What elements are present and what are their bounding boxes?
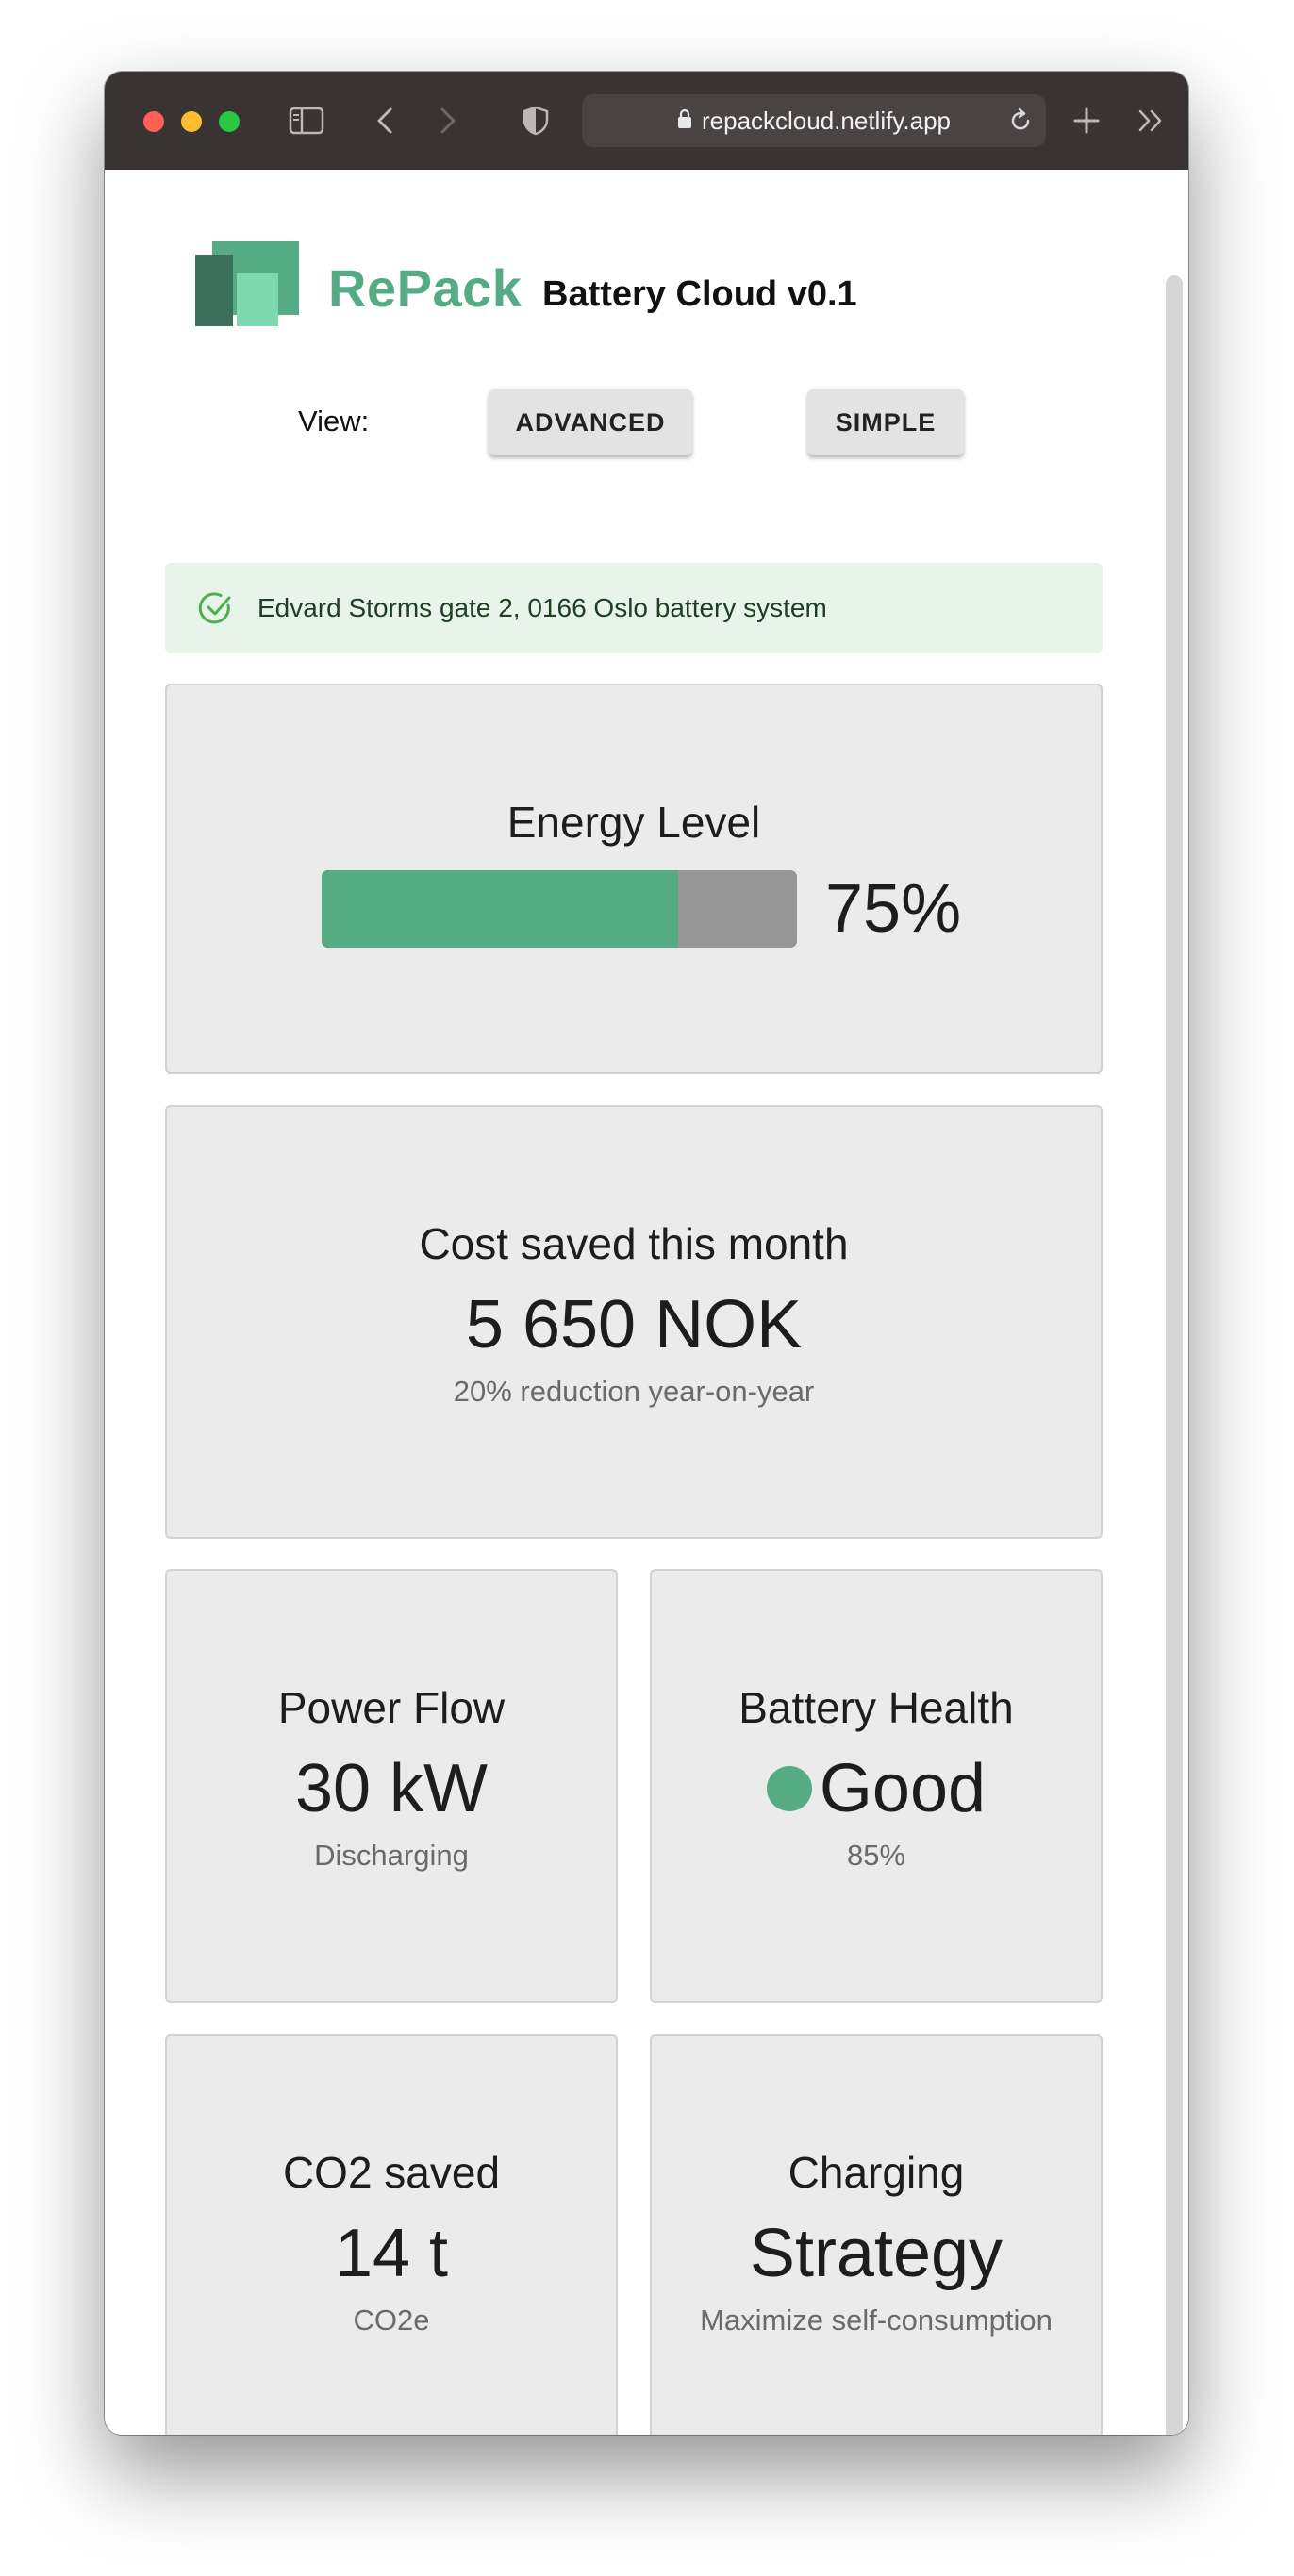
co2-saved-card: CO2 saved 14 t CO2e (165, 2034, 618, 2435)
browser-toolbar: repackcloud.netlify.app (105, 72, 1188, 170)
charging-title: Charging (788, 2148, 965, 2197)
power-flow-title: Power Flow (277, 1683, 506, 1732)
sidebar-icon[interactable] (286, 98, 327, 143)
energy-level-card: Energy Level 75% (165, 684, 1103, 1074)
cost-saved-sub: 20% reduction year-on-year (453, 1375, 815, 1408)
page-content: RePack Battery Cloud v0.1 View: ADVANCED… (105, 170, 1188, 2435)
power-flow-card: Power Flow 30 kW Discharging (165, 1569, 618, 2003)
url-text: repackcloud.netlify.app (701, 106, 951, 135)
shield-icon[interactable] (520, 98, 552, 143)
page-title: Battery Cloud v0.1 (542, 274, 857, 314)
view-label: View: (298, 405, 370, 438)
repack-logo-icon (195, 241, 299, 326)
overflow-icon[interactable] (1132, 98, 1170, 143)
simple-view-button[interactable]: SIMPLE (807, 389, 964, 455)
alert-text: Edvard Storms gate 2, 0166 Oslo battery … (257, 593, 827, 622)
lock-icon (677, 107, 692, 136)
scrollbar-thumb[interactable] (1166, 275, 1183, 2435)
back-icon[interactable] (371, 98, 399, 143)
energy-level-title: Energy Level (506, 798, 761, 847)
charging-value: Strategy (749, 2216, 1004, 2291)
energy-level-percent: 75% (825, 871, 962, 947)
cost-saved-card: Cost saved this month 5 650 NOK 20% redu… (165, 1105, 1103, 1539)
energy-level-bar (322, 870, 797, 948)
cost-saved-title: Cost saved this month (419, 1219, 849, 1268)
address-bar[interactable]: repackcloud.netlify.app (582, 94, 1046, 147)
brand-name: RePack (328, 258, 523, 318)
check-circle-icon (198, 592, 231, 624)
minimize-window-button[interactable] (181, 111, 202, 132)
reload-icon[interactable] (1008, 107, 1033, 140)
charging-sub: Maximize self-consumption (700, 2304, 1053, 2337)
battery-health-value: Good (819, 1751, 987, 1826)
co2-saved-sub: CO2e (353, 2304, 430, 2337)
browser-window: repackcloud.netlify.app RePack Battery C… (105, 72, 1188, 2435)
cost-saved-value: 5 650 NOK (465, 1287, 803, 1362)
battery-health-sub: 85% (846, 1839, 906, 1872)
status-dot-icon (766, 1766, 812, 1811)
zoom-window-button[interactable] (219, 111, 240, 132)
scrollbar[interactable] (1160, 170, 1188, 2435)
system-alert: Edvard Storms gate 2, 0166 Oslo battery … (165, 563, 1103, 653)
advanced-view-button[interactable]: ADVANCED (489, 389, 692, 455)
charging-card: Charging Strategy Maximize self-consumpt… (650, 2034, 1103, 2435)
battery-health-title: Battery Health (738, 1683, 1014, 1732)
co2-saved-title: CO2 saved (282, 2148, 501, 2197)
energy-level-bar-fill (322, 870, 678, 948)
power-flow-sub: Discharging (314, 1839, 469, 1872)
battery-health-card: Battery Health Good 85% (650, 1569, 1103, 2003)
new-tab-icon[interactable] (1068, 98, 1105, 143)
power-flow-value: 30 kW (294, 1751, 489, 1826)
co2-saved-value: 14 t (334, 2216, 449, 2291)
battery-health-row: Good (652, 1750, 1101, 1827)
forward-icon[interactable] (434, 98, 462, 143)
close-window-button[interactable] (143, 111, 164, 132)
